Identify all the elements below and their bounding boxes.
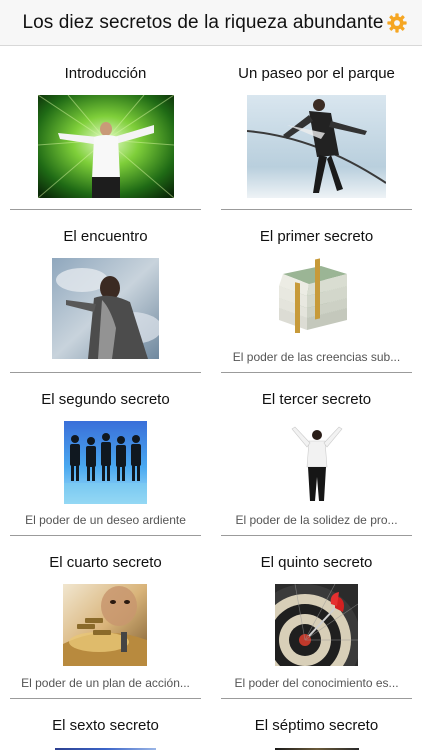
chapter-card-el-primer-secreto[interactable]: El primer secreto El poder de las creenc… xyxy=(211,210,422,373)
chapter-subtitle: El poder del conocimiento es... xyxy=(234,676,399,690)
gear-icon[interactable] xyxy=(386,12,408,34)
chapter-grid: Introducción Un paseo por el parque El e… xyxy=(0,47,422,750)
chapter-card-el-segundo-secreto[interactable]: El segundo secreto El poder de un deseo … xyxy=(0,373,211,536)
chapter-title: El sexto secreto xyxy=(52,717,159,734)
chapter-thumbnail xyxy=(275,584,358,666)
chapter-thumbnail xyxy=(275,258,350,333)
app-title: Los diez secretos de la riqueza abundant… xyxy=(22,11,384,33)
chapter-subtitle: El poder de un plan de acción... xyxy=(21,676,190,690)
chapter-card-un-paseo-por-el-parque[interactable]: Un paseo por el parque xyxy=(211,47,422,210)
chapter-card-el-cuarto-secreto[interactable]: El cuarto secreto El poder de un plan de… xyxy=(0,536,211,699)
chapter-thumbnail xyxy=(289,421,345,503)
chapter-title: Un paseo por el parque xyxy=(238,65,395,82)
chapter-subtitle: El poder de un deseo ardiente xyxy=(25,513,186,527)
navigation-bar: Los diez secretos de la riqueza abundant… xyxy=(0,0,422,46)
chapter-thumbnail xyxy=(64,421,147,504)
chapter-title: Introducción xyxy=(64,65,147,82)
chapter-title: El cuarto secreto xyxy=(49,554,162,571)
chapter-thumbnail xyxy=(63,584,147,666)
chapter-title: El encuentro xyxy=(63,228,148,245)
chapter-title: El tercer secreto xyxy=(261,391,372,408)
chapter-thumbnail xyxy=(52,258,159,359)
chapter-card-introduccion[interactable]: Introducción xyxy=(0,47,211,210)
chapter-card-el-quinto-secreto[interactable]: El quinto secreto El poder del conocimie… xyxy=(211,536,422,699)
chapter-card-el-septimo-secreto[interactable]: El séptimo secreto xyxy=(211,699,422,750)
chapter-title: El primer secreto xyxy=(259,228,374,245)
chapter-subtitle: El poder de las creencias sub... xyxy=(232,350,401,364)
chapter-card-el-tercer-secreto[interactable]: El tercer secreto El poder de la solidez… xyxy=(211,373,422,536)
chapter-thumbnail xyxy=(247,95,386,198)
chapter-title: El quinto secreto xyxy=(260,554,373,571)
chapter-subtitle: El poder de la solidez de pro... xyxy=(235,513,398,527)
chapter-title: El séptimo secreto xyxy=(254,717,379,734)
chapter-thumbnail xyxy=(38,95,174,198)
chapter-card-el-sexto-secreto[interactable]: El sexto secreto xyxy=(0,699,211,750)
chapter-card-el-encuentro[interactable]: El encuentro xyxy=(0,210,211,373)
chapter-title: El segundo secreto xyxy=(41,391,170,408)
